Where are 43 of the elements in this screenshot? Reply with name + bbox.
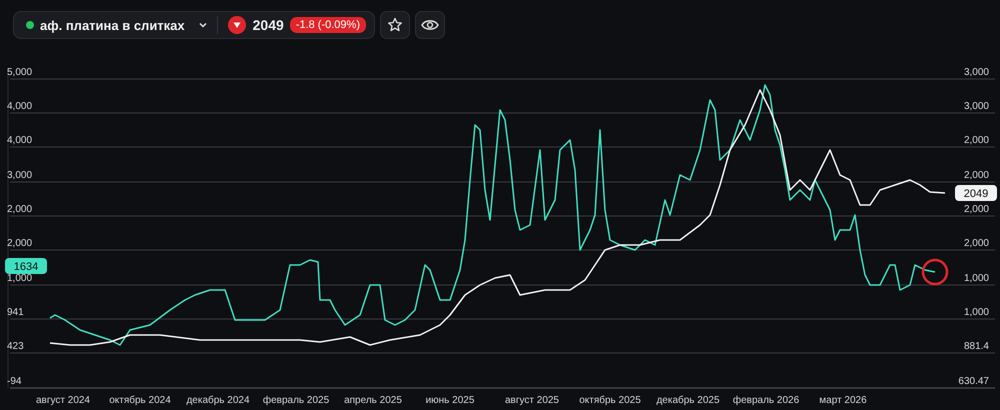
axis-label: 2,000 xyxy=(7,204,32,215)
axis-label: 3,000 xyxy=(964,101,989,112)
price-value: 2049 xyxy=(252,17,284,33)
axis-label: 3,000 xyxy=(7,170,32,181)
eye-icon xyxy=(421,18,439,32)
highlight-circle xyxy=(922,258,948,286)
star-icon xyxy=(387,17,403,33)
axis-label: 2,000 xyxy=(7,238,32,249)
axis-label: декабрь 2025 xyxy=(656,395,720,406)
axis-label: 1,000 xyxy=(964,307,989,318)
axis-label: апрель 2025 xyxy=(344,395,402,406)
axis-label: июнь 2025 xyxy=(426,395,474,406)
axis-label: август 2024 xyxy=(36,395,90,406)
visibility-button[interactable] xyxy=(415,11,445,39)
caret-icon xyxy=(198,22,207,28)
axis-label: декабрь 2024 xyxy=(186,395,250,406)
axis-label: 941 xyxy=(7,307,24,318)
axis-label: 1,000 xyxy=(7,273,32,284)
axis-label: февраль 2026 xyxy=(732,395,800,406)
axis-label: октябрь 2025 xyxy=(579,395,641,406)
price-badge: 1634 xyxy=(5,258,47,274)
favorite-button[interactable] xyxy=(380,11,410,39)
axis-label: 4,000 xyxy=(7,135,32,146)
axis-label: 2,000 xyxy=(964,135,989,146)
axis-label: 2,000 xyxy=(964,204,989,215)
axis-label: 2,000 xyxy=(964,238,989,249)
axis-label: октябрь 2024 xyxy=(109,395,171,406)
axis-label: 2,000 xyxy=(964,170,989,181)
price-change: -1.8 (-0.09%) xyxy=(290,17,366,33)
price-badge: 2049 xyxy=(955,185,997,201)
axis-label: 4,000 xyxy=(7,101,32,112)
axis-label: 881.4 xyxy=(964,341,989,352)
instrument-name: аф. платина в слитках xyxy=(40,18,185,32)
axis-label: -94 xyxy=(7,376,22,387)
axis-label: август 2025 xyxy=(505,395,559,406)
axis-label: март 2026 xyxy=(819,395,867,406)
axis-label: 630.47 xyxy=(958,376,989,387)
axis-label: 1,000 xyxy=(964,273,989,284)
axis-label: 5,000 xyxy=(7,67,32,78)
axis-label: 3,000 xyxy=(964,67,989,78)
ticker-selector[interactable]: аф. платина в слитках 2049 -1.8 (-0.09%) xyxy=(13,11,375,39)
axis-label: февраль 2025 xyxy=(262,395,330,406)
axis-label: 423 xyxy=(7,341,24,352)
